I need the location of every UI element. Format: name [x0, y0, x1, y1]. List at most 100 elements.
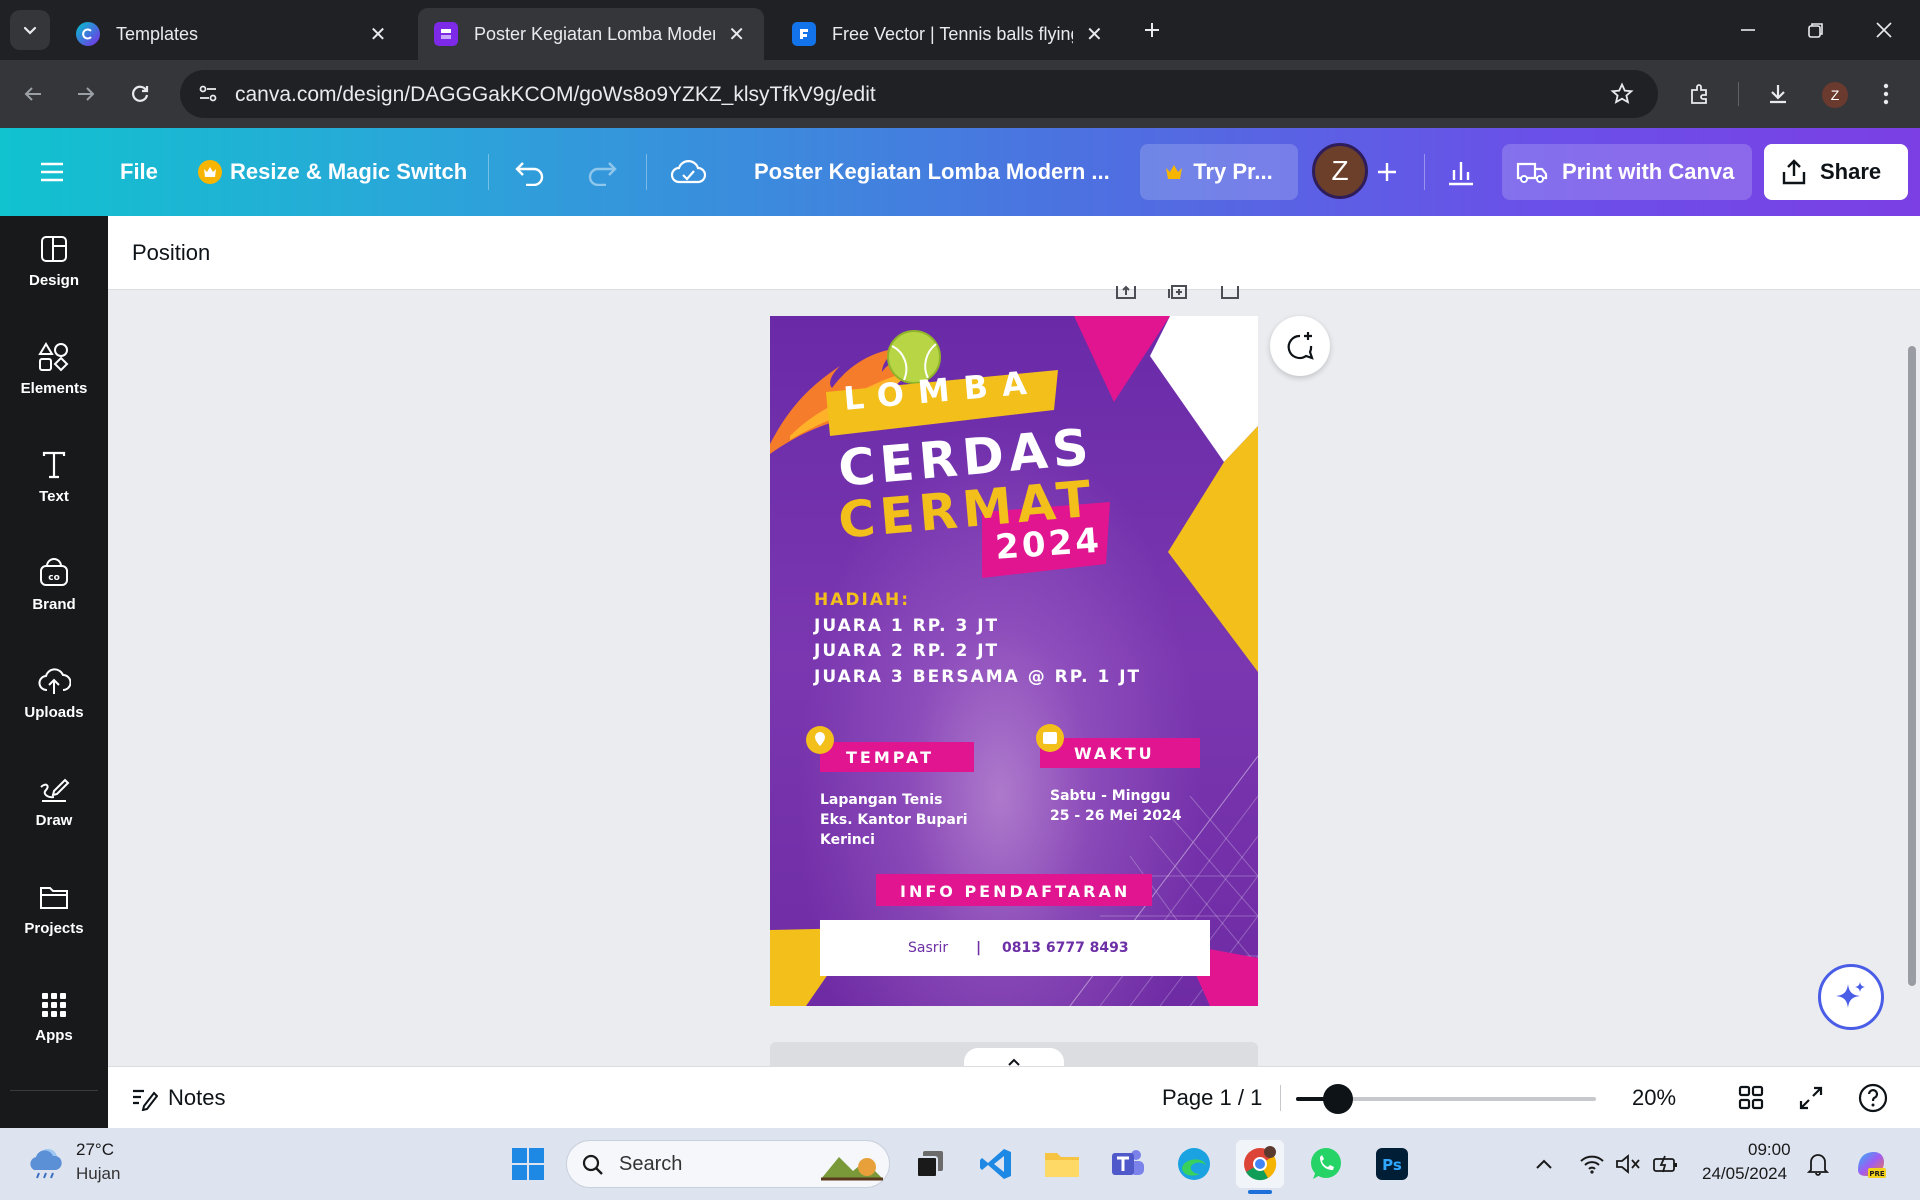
- vertical-scrollbar[interactable]: [1908, 346, 1916, 986]
- grid-view-button[interactable]: [1738, 1067, 1764, 1129]
- restore-button[interactable]: [1788, 10, 1844, 50]
- taskbar-vscode[interactable]: [972, 1140, 1020, 1188]
- profile-button[interactable]: Z: [1814, 74, 1854, 114]
- main-menu-button[interactable]: [38, 128, 66, 216]
- taskbar-whatsapp[interactable]: [1302, 1140, 1350, 1188]
- taskbar-photoshop[interactable]: Ps: [1368, 1140, 1416, 1188]
- show-hidden-icons-button[interactable]: [1520, 1140, 1568, 1188]
- whatsapp-icon: [1308, 1146, 1344, 1182]
- tab-templates[interactable]: Templates ✕: [60, 8, 406, 60]
- taskbar-chrome[interactable]: [1236, 1140, 1284, 1188]
- canva-assistant-button[interactable]: [1818, 964, 1884, 1030]
- position-button[interactable]: Position: [132, 240, 210, 266]
- add-collaborator-button[interactable]: [1374, 128, 1400, 216]
- battery-status[interactable]: [1642, 1140, 1690, 1188]
- user-avatar[interactable]: Z: [1312, 143, 1368, 199]
- edge-icon: [1176, 1146, 1212, 1182]
- vscode-icon: [978, 1146, 1014, 1182]
- sidebar-item-elements[interactable]: Elements: [0, 324, 108, 414]
- tab-poster-kegiatan[interactable]: Poster Kegiatan Lomba Modern ✕: [418, 8, 764, 60]
- page-indicator[interactable]: Page 1 / 1: [1162, 1067, 1262, 1129]
- fullscreen-button[interactable]: [1798, 1067, 1824, 1129]
- downloads-button[interactable]: [1758, 74, 1798, 114]
- taskbar-edge[interactable]: [1170, 1140, 1218, 1188]
- poster-canvas[interactable]: LOMBA CERDAS CERMAT 2024 HADIAH: JUARA 1…: [770, 316, 1258, 1006]
- help-button[interactable]: [1858, 1067, 1888, 1129]
- clock-date[interactable]: 24/05/2024: [1702, 1164, 1787, 1184]
- add-page-icon[interactable]: [1218, 284, 1242, 300]
- browser-menu-button[interactable]: [1866, 74, 1906, 114]
- sidebar-item-projects[interactable]: Projects: [0, 864, 108, 954]
- expand-icon: [1798, 1085, 1824, 1111]
- taskbar-file-explorer-alt[interactable]: [906, 1140, 954, 1188]
- address-bar[interactable]: canva.com/design/DAGGGakKCOM/goWs8o9YZKZ…: [180, 70, 1658, 118]
- sidebar-item-text[interactable]: Text: [0, 432, 108, 522]
- clock-time[interactable]: 09:00: [1748, 1140, 1791, 1160]
- profile-avatar: Z: [1822, 82, 1848, 108]
- puzzle-icon: [1688, 82, 1712, 106]
- plus-icon: [1374, 159, 1400, 185]
- back-button[interactable]: [13, 74, 53, 114]
- active-app-indicator: [1248, 1190, 1272, 1194]
- insights-button[interactable]: [1440, 128, 1482, 216]
- copilot-button[interactable]: PRE: [1846, 1140, 1894, 1188]
- sidebar-item-draw[interactable]: Draw: [0, 756, 108, 846]
- zoom-percentage[interactable]: 20%: [1632, 1067, 1676, 1129]
- draw-icon: [38, 774, 70, 812]
- extensions-button[interactable]: [1680, 74, 1720, 114]
- reload-button[interactable]: [120, 74, 160, 114]
- search-icon: [581, 1153, 605, 1177]
- volume-muted-icon: [1615, 1153, 1641, 1175]
- canva-doc-favicon-icon: [434, 22, 458, 46]
- waktu-label: WAKTU: [1074, 744, 1155, 763]
- try-pro-button[interactable]: Try Pr...: [1140, 144, 1298, 200]
- start-button[interactable]: [504, 1140, 552, 1188]
- waktu-line-1: Sabtu - Minggu: [1050, 788, 1171, 804]
- undo-button[interactable]: [514, 128, 546, 216]
- duplicate-page-icon[interactable]: [1166, 284, 1190, 300]
- notes-button[interactable]: Notes: [130, 1067, 225, 1129]
- minimize-button[interactable]: [1720, 10, 1776, 50]
- new-tab-button[interactable]: [1124, 10, 1180, 50]
- share-button[interactable]: Share: [1764, 144, 1908, 200]
- crown-icon: [1165, 164, 1183, 180]
- forward-button[interactable]: [66, 74, 106, 114]
- zoom-slider-handle[interactable]: [1323, 1084, 1353, 1114]
- redo-button[interactable]: [586, 128, 618, 216]
- tab-free-vector[interactable]: Free Vector | Tennis balls flying ✕: [776, 8, 1122, 60]
- search-highlight-image: [819, 1147, 885, 1183]
- close-tab-icon[interactable]: ✕: [725, 22, 748, 46]
- resize-magic-switch-button[interactable]: Resize & Magic Switch: [198, 128, 467, 216]
- design-title[interactable]: Poster Kegiatan Lomba Modern ...: [754, 128, 1110, 216]
- close-window-button[interactable]: [1856, 10, 1912, 50]
- notes-icon: [130, 1085, 158, 1111]
- notifications-button[interactable]: [1794, 1140, 1842, 1188]
- weather-temperature[interactable]: 27°C: [76, 1140, 114, 1160]
- header-divider: [488, 154, 489, 190]
- lock-page-icon[interactable]: [1114, 284, 1138, 300]
- sidebar-item-brand[interactable]: co Brand: [0, 540, 108, 630]
- add-comment-button[interactable]: [1270, 316, 1330, 376]
- bookmark-star-icon[interactable]: [1610, 82, 1634, 106]
- close-tab-icon[interactable]: ✕: [366, 22, 390, 46]
- sidebar-item-design[interactable]: Design: [0, 216, 108, 306]
- design-icon: [39, 234, 69, 272]
- tab-search-button[interactable]: [10, 10, 50, 50]
- file-menu-button[interactable]: File: [120, 128, 158, 216]
- taskbar-search-box[interactable]: Search: [566, 1140, 890, 1188]
- print-with-canva-button[interactable]: Print with Canva: [1502, 144, 1752, 200]
- cloud-save-status[interactable]: [670, 128, 706, 216]
- left-sidebar: Design Elements Text co Brand Uploads Dr…: [0, 216, 108, 1128]
- canva-favicon-icon: [76, 22, 100, 46]
- close-tab-icon[interactable]: ✕: [1083, 22, 1106, 46]
- share-label: Share: [1820, 159, 1882, 184]
- taskbar-teams[interactable]: [1104, 1140, 1152, 1188]
- share-upload-icon: [1780, 158, 1808, 186]
- sidebar-item-apps[interactable]: Apps: [0, 972, 108, 1062]
- sidebar-item-uploads[interactable]: Uploads: [0, 648, 108, 738]
- sidebar-divider: [10, 1090, 98, 1091]
- weather-rain-icon[interactable]: [26, 1142, 66, 1186]
- site-info-icon[interactable]: [196, 82, 220, 106]
- taskbar-file-explorer[interactable]: [1038, 1140, 1086, 1188]
- photoshop-icon: Ps: [1374, 1146, 1410, 1182]
